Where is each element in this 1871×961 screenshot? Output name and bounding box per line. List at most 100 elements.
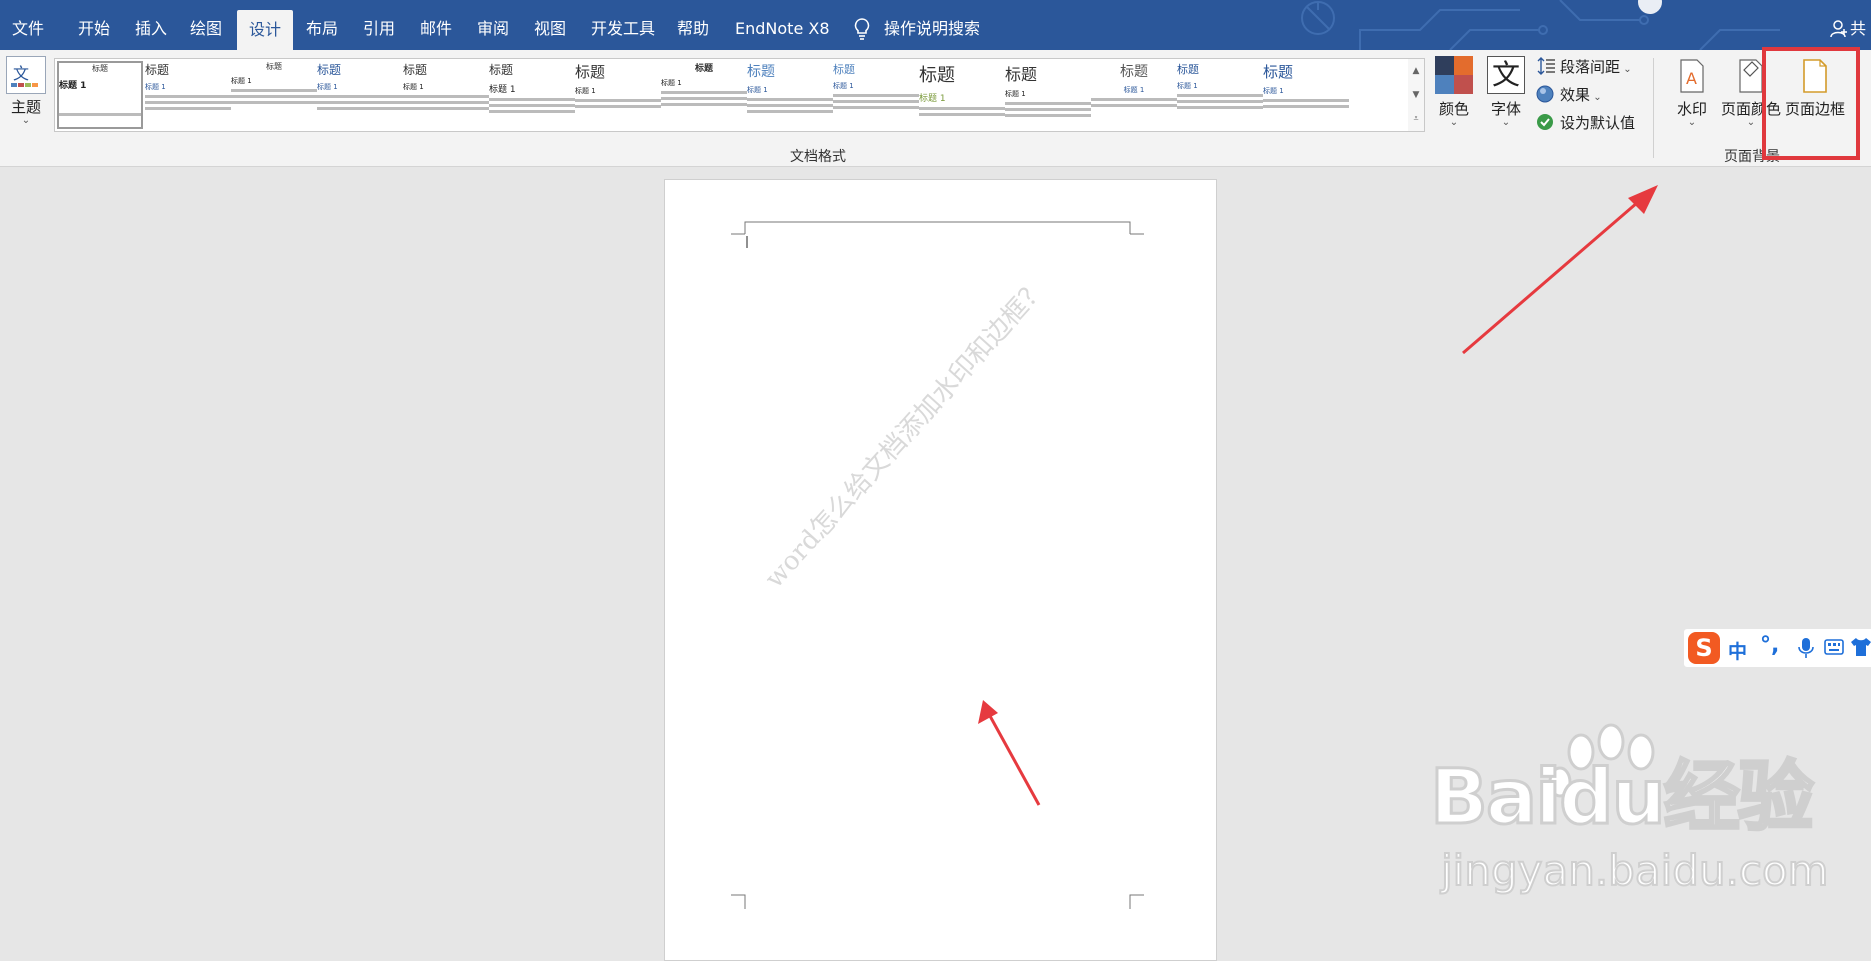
style-set-item[interactable]: 标题 标题 1 xyxy=(317,61,403,129)
ime-language-toggle[interactable]: 中 xyxy=(1728,637,1747,664)
tab-design[interactable]: 设计 xyxy=(237,10,294,50)
colors-button[interactable]: 颜色 ⌄ xyxy=(1432,56,1476,128)
style-set-item[interactable]: 标题 标题 1 xyxy=(575,61,661,129)
style-set-title: 标题 xyxy=(145,63,170,77)
chevron-down-icon: ⌄ xyxy=(1449,117,1459,128)
style-set-heading: 标题 1 xyxy=(919,94,946,104)
gallery-scroll: ▲ ▼ ⩡ xyxy=(1408,58,1425,132)
style-set-title: 标题 xyxy=(919,65,955,86)
paragraph-spacing-button[interactable]: 段落间距 ⌄ xyxy=(1536,56,1632,77)
tab-view[interactable]: 视图 xyxy=(534,0,566,50)
chevron-down-icon: ⌄ xyxy=(1620,64,1632,75)
arrow-to-page-borders xyxy=(1462,185,1658,355)
chevron-down-icon: ⌄ xyxy=(1590,92,1602,103)
chevron-down-icon: ⌄ xyxy=(1501,117,1511,128)
style-set-item[interactable]: 标题 标题 1 xyxy=(489,61,575,129)
color-swatch xyxy=(1435,56,1454,75)
svg-text:A: A xyxy=(1686,69,1697,88)
tab-file[interactable]: 文件 xyxy=(12,0,44,50)
group-separator xyxy=(1653,58,1654,158)
style-set-title: 标题 xyxy=(1005,65,1038,84)
color-swatch xyxy=(1454,56,1473,75)
style-set-heading: 标题 1 xyxy=(833,82,854,90)
document-page[interactable]: word怎么给文档添加水印和边框？ xyxy=(664,179,1217,961)
style-set-heading: 标题 1 xyxy=(1123,86,1145,94)
themes-button[interactable]: 文 主题 ⌄ xyxy=(4,56,48,126)
tab-endnote[interactable]: EndNote X8 xyxy=(735,0,830,50)
group-label-document-formatting: 文档格式 xyxy=(790,149,846,165)
style-set-item[interactable]: 标题 标题 1 xyxy=(747,61,833,129)
paragraph-spacing-icon xyxy=(1537,57,1555,75)
style-set-title: 标题 xyxy=(317,63,342,77)
style-set-heading: 标题 1 xyxy=(747,86,768,94)
svg-text:文: 文 xyxy=(13,64,29,83)
style-set-heading: 标题 1 xyxy=(489,85,516,95)
person-icon xyxy=(1830,20,1847,38)
color-swatch xyxy=(1454,75,1473,94)
skin-shirt-icon[interactable] xyxy=(1850,637,1871,657)
style-set-item[interactable]: 标题 标题 1 xyxy=(833,61,919,129)
watermark-label: 水印 xyxy=(1676,100,1707,118)
tab-insert[interactable]: 插入 xyxy=(135,0,167,50)
keyboard-icon[interactable] xyxy=(1824,637,1844,657)
ime-punctuation-toggle[interactable]: °, xyxy=(1760,633,1779,658)
ribbon-tab-bar: 文件 开始 插入 绘图 设计 布局 引用 邮件 审阅 视图 开发工具 帮助 En… xyxy=(0,0,1871,50)
style-set-heading: 标题 1 xyxy=(403,83,424,91)
style-set-item[interactable]: 标题 标题 1 xyxy=(145,61,231,129)
style-set-item[interactable]: 标题 标题 1 xyxy=(1263,61,1349,129)
style-set-title: 标题 xyxy=(403,63,428,77)
sogou-logo-icon[interactable]: S xyxy=(1688,632,1720,664)
style-set-item[interactable]: 标题 标题 1 xyxy=(403,61,489,129)
gallery-more[interactable]: ⩡ xyxy=(1408,107,1424,131)
tab-review[interactable]: 审阅 xyxy=(477,0,509,50)
style-set-gallery: 标题 标题 1 标题 标题 1 标题 标题 1 标题 标题 1 标题 标题 1 … xyxy=(54,58,1410,132)
tell-me-search[interactable]: 操作说明搜索 xyxy=(884,0,980,50)
tab-home[interactable]: 开始 xyxy=(78,0,110,50)
microphone-icon[interactable] xyxy=(1798,637,1814,659)
fonts-label: 字体 xyxy=(1490,100,1521,118)
set-as-default-button[interactable]: 设为默认值 xyxy=(1536,112,1635,133)
watermark-icon: A xyxy=(1677,58,1707,94)
watermark-button[interactable]: A 水印 ⌄ xyxy=(1672,58,1712,128)
annotation-highlight-box xyxy=(1762,47,1860,160)
style-set-item[interactable]: 标题 标题 1 xyxy=(1177,61,1263,129)
fonts-button[interactable]: 文 字体 ⌄ xyxy=(1484,56,1528,128)
style-set-heading: 标题 1 xyxy=(145,83,166,91)
style-set-title: 标题 xyxy=(266,62,282,71)
style-set-heading: 标题 1 xyxy=(661,79,682,87)
style-set-heading: 标题 1 xyxy=(231,77,252,85)
style-set-heading: 标题 1 xyxy=(1005,90,1026,98)
colors-icon xyxy=(1435,56,1473,94)
lightbulb-icon xyxy=(854,18,870,40)
tab-help[interactable]: 帮助 xyxy=(677,0,709,50)
effects-label: 效果 xyxy=(1560,86,1591,104)
tab-layout[interactable]: 布局 xyxy=(306,0,338,50)
style-set-item[interactable]: 标题 标题 1 xyxy=(1005,61,1091,129)
style-set-item[interactable]: 标题 标题 1 xyxy=(57,61,143,129)
tab-developer[interactable]: 开发工具 xyxy=(591,0,655,50)
paragraph-spacing-label: 段落间距 xyxy=(1560,58,1621,76)
style-set-title: 标题 xyxy=(747,64,775,80)
gallery-scroll-down[interactable]: ▼ xyxy=(1408,83,1424,107)
tab-mailings[interactable]: 邮件 xyxy=(420,0,452,50)
style-set-title: 标题 xyxy=(92,64,108,73)
color-swatch xyxy=(1435,75,1454,94)
share-button[interactable]: 共享 xyxy=(1850,0,1871,50)
tab-references[interactable]: 引用 xyxy=(363,0,395,50)
style-set-heading: 标题 1 xyxy=(575,87,596,95)
gallery-scroll-up[interactable]: ▲ xyxy=(1408,59,1424,83)
style-set-item[interactable]: 标题 标题 1 xyxy=(231,61,317,129)
style-set-title: 标题 xyxy=(1120,64,1148,80)
set-as-default-label: 设为默认值 xyxy=(1560,114,1636,132)
themes-icon: 文 xyxy=(6,56,46,94)
page-margin-guides xyxy=(731,221,1144,909)
effects-button[interactable]: 效果 ⌄ xyxy=(1536,84,1602,105)
style-set-item[interactable]: 标题 标题 1 xyxy=(1091,61,1177,129)
style-set-title: 标题 xyxy=(694,64,713,74)
colors-label: 颜色 xyxy=(1438,100,1469,118)
style-set-item[interactable]: 标题 标题 1 xyxy=(919,61,1005,129)
effects-icon xyxy=(1536,85,1554,103)
style-set-item[interactable]: 标题 标题 1 xyxy=(661,61,747,129)
tab-draw[interactable]: 绘图 xyxy=(190,0,222,50)
style-set-title: 标题 xyxy=(833,63,855,76)
